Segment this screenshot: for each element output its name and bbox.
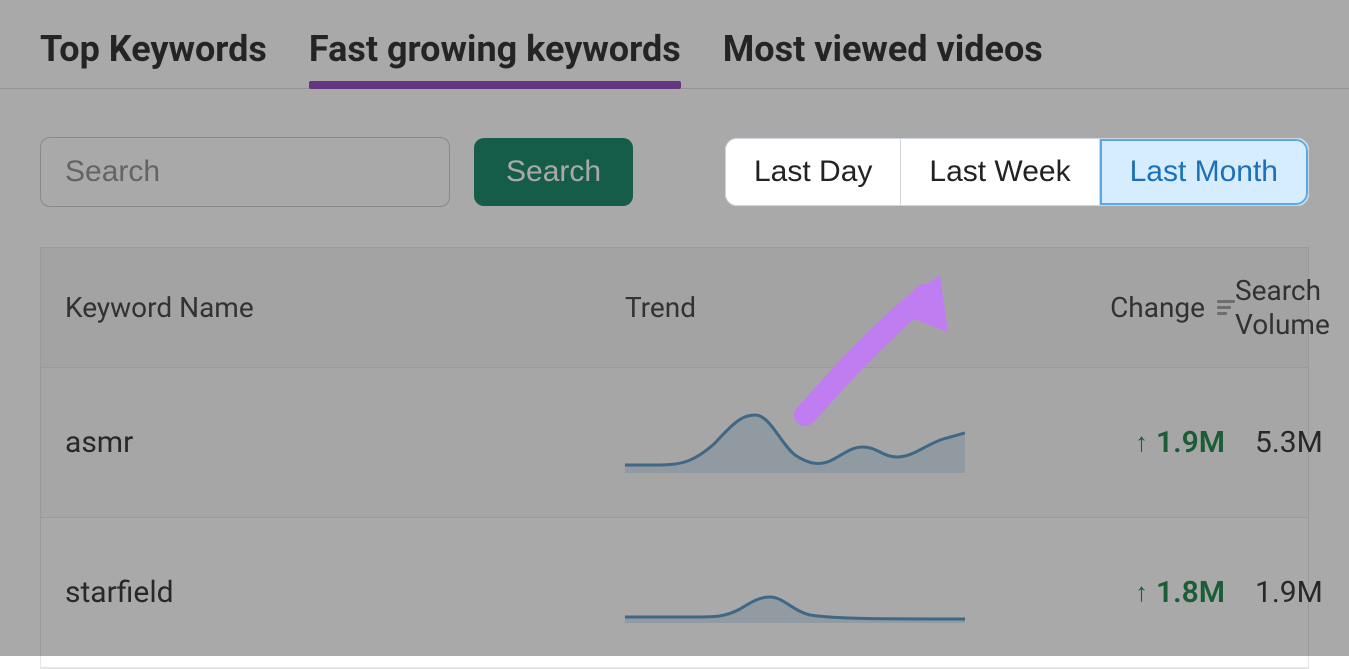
tabs-row: Top Keywords Fast growing keywords Most … bbox=[0, 0, 1349, 89]
change-value: 1.8M bbox=[1156, 575, 1225, 610]
cell-trend bbox=[625, 553, 1045, 633]
search-input[interactable] bbox=[40, 137, 450, 207]
th-volume-line1: Search bbox=[1235, 274, 1321, 307]
th-trend: Trend bbox=[625, 291, 1045, 324]
th-volume-line2: Volume bbox=[1235, 308, 1330, 341]
table-row[interactable]: starfield ↑ 1.8M 1.9M bbox=[41, 518, 1308, 668]
keywords-table: Keyword Name Trend Change Search Volume … bbox=[40, 247, 1309, 669]
cell-keyword: starfield bbox=[65, 575, 625, 610]
th-search-volume: Search Volume bbox=[1235, 274, 1330, 341]
tab-top-keywords[interactable]: Top Keywords bbox=[40, 28, 267, 88]
time-filter-last-month[interactable]: Last Month bbox=[1100, 139, 1308, 205]
time-filter-last-day[interactable]: Last Day bbox=[726, 139, 901, 205]
cell-change: ↑ 1.9M bbox=[1045, 425, 1235, 460]
time-filter-last-week[interactable]: Last Week bbox=[901, 139, 1099, 205]
cell-trend bbox=[625, 403, 1045, 483]
up-arrow-icon: ↑ bbox=[1135, 577, 1148, 608]
th-change[interactable]: Change bbox=[1045, 291, 1235, 324]
trend-sparkline-icon bbox=[625, 553, 965, 633]
change-value: 1.9M bbox=[1156, 425, 1225, 460]
cell-keyword: asmr bbox=[65, 425, 625, 460]
search-button[interactable]: Search bbox=[474, 138, 633, 206]
cell-change: ↑ 1.8M bbox=[1045, 575, 1235, 610]
cell-volume: 5.3M bbox=[1235, 425, 1323, 460]
up-arrow-icon: ↑ bbox=[1135, 427, 1148, 458]
cell-volume: 1.9M bbox=[1235, 575, 1323, 610]
trend-sparkline-icon bbox=[625, 403, 965, 483]
th-keyword-name: Keyword Name bbox=[65, 291, 625, 324]
table-row[interactable]: asmr ↑ 1.9M 5.3M bbox=[41, 368, 1308, 518]
time-filter-group-highlight: Last Day Last Week Last Month bbox=[725, 138, 1309, 206]
tab-most-viewed-videos[interactable]: Most viewed videos bbox=[723, 28, 1043, 88]
sort-desc-icon bbox=[1217, 300, 1235, 315]
th-change-label: Change bbox=[1110, 291, 1205, 324]
tab-fast-growing-keywords[interactable]: Fast growing keywords bbox=[309, 28, 681, 88]
table-header-row: Keyword Name Trend Change Search Volume bbox=[41, 248, 1308, 368]
